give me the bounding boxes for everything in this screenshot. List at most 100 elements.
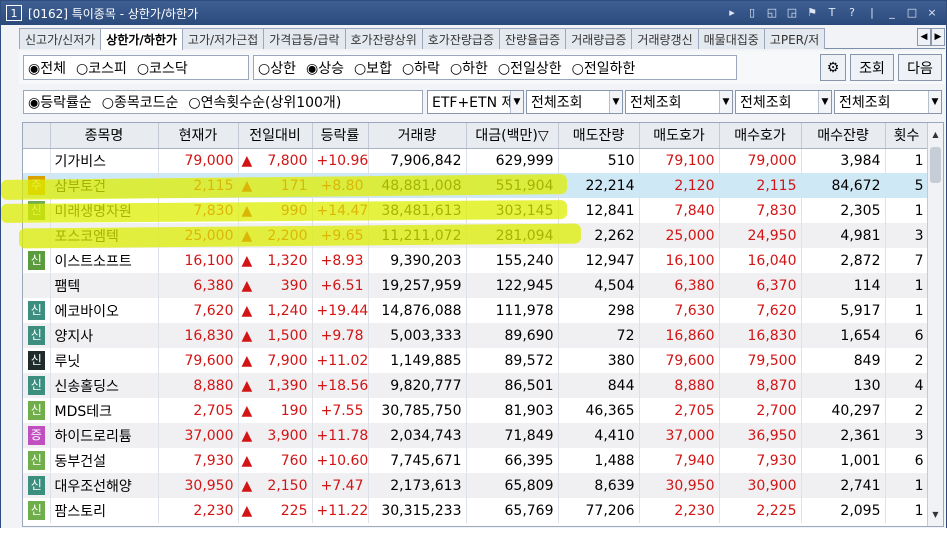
table-row[interactable]: 팸텍 6,380 ▲ 390 +6.51 19,257,959 122,945 4,504 6,… (23, 273, 929, 298)
price-radio-3[interactable]: ○하락 (402, 58, 440, 78)
stock-name[interactable]: 양지사 (50, 323, 159, 348)
scroll-thumb[interactable] (930, 147, 941, 183)
title-tool-icon[interactable]: ◲ (784, 4, 800, 20)
change-value: 1,320 (267, 252, 308, 269)
bid-price: 8,870 (719, 373, 802, 398)
title-tool-icon[interactable]: ? (844, 4, 860, 20)
tab-0[interactable]: 신고가/신저가 (19, 28, 102, 49)
column-header[interactable]: 매도호가 (639, 123, 720, 149)
tab-scroll-left-icon[interactable]: ◀ (917, 28, 931, 46)
tab-6[interactable]: 잔량율급증 (499, 28, 567, 49)
stock-name[interactable]: 이스트소프트 (50, 248, 159, 273)
table-row[interactable]: 신 루닛 79,600 ▲ 7,900 +11.02 1,149,885 89,572 380 7… (23, 348, 929, 373)
market-radio-2[interactable]: ○코스닥 (137, 58, 188, 78)
title-tool-icon[interactable]: _ (884, 4, 900, 20)
filter-select-1[interactable]: 전체조회 ▼ (526, 90, 623, 114)
stock-name[interactable]: 팸텍 (50, 273, 159, 298)
column-header[interactable]: 등락률 (312, 123, 369, 149)
table-row[interactable]: 신 대우조선해양 30,950 ▲ 2,150 +7.47 2,173,613 65,809 8… (23, 473, 929, 498)
column-header[interactable]: 현재가 (158, 123, 239, 149)
bid-quantity: 1,001 (801, 448, 886, 473)
tab-9[interactable]: 매물대집중 (697, 28, 765, 49)
stock-name[interactable]: 기가비스 (50, 148, 159, 173)
scroll-up-icon[interactable]: ▲ (928, 127, 943, 142)
table-row[interactable]: 신 양지사 16,830 ▲ 1,500 +9.78 5,003,333 89,690 72 16… (23, 323, 929, 348)
price-radio-4[interactable]: ○하한 (450, 58, 488, 78)
volume: 14,876,088 (368, 298, 467, 323)
tab-2[interactable]: 고가/저가근접 (181, 28, 265, 49)
current-price: 6,380 (158, 273, 239, 298)
title-tool-icon[interactable]: ◱ (764, 4, 780, 20)
title-tool-icon[interactable]: ▸ (724, 4, 740, 20)
stock-name[interactable]: 루닛 (50, 348, 159, 373)
table-header: 종목명 현재가 전일대비 등락률 거래량 대금(백만)▽ 매도잔량 매도호가 매수호가 매수잔량 횟… (23, 123, 929, 149)
vertical-scrollbar[interactable]: ▲ ▼ (927, 123, 943, 526)
tab-scroll: ◀ ▶ (917, 28, 945, 46)
tab-7[interactable]: 거래량급증 (565, 28, 633, 49)
table-row[interactable]: 신 이스트소프트 16,100 ▲ 1,320 +8.93 9,390,203 155,240… (23, 248, 929, 273)
column-header[interactable]: 횟수 (885, 123, 929, 149)
column-header[interactable]: 매수잔량 (801, 123, 886, 149)
sort-radio-0[interactable]: ◉등락률순 (28, 92, 92, 112)
table-row[interactable]: 신 팜스토리 2,230 ▲ 225 +11.22 30,315,233 65,769 77,2… (23, 498, 929, 523)
stock-name[interactable]: 팜스토리 (50, 498, 159, 523)
table-row[interactable]: 기가비스 79,000 ▲ 7,800 +10.96 7,906,842 629,999 51… (23, 148, 929, 173)
stock-name[interactable]: 에코바이오 (50, 298, 159, 323)
price-radio-6[interactable]: ○전일하한 (572, 58, 636, 78)
next-button[interactable]: 다음 (898, 54, 942, 81)
tab-10[interactable]: 고PER/저 (763, 28, 826, 49)
column-header[interactable]: 매도잔량 (558, 123, 640, 149)
settings-button[interactable]: ⚙ (820, 54, 846, 81)
title-tool-icon[interactable]: □ (904, 4, 920, 20)
tab-scroll-right-icon[interactable]: ▶ (931, 28, 945, 46)
tab-1[interactable]: 상한가/하한가 (100, 28, 183, 50)
tab-3[interactable]: 가격급등/급락 (263, 28, 346, 49)
query-button[interactable]: 조회 (850, 54, 894, 81)
price-radio-2[interactable]: ○보합 (354, 58, 392, 78)
bid-price: 36,950 (719, 423, 802, 448)
scroll-down-icon[interactable]: ▼ (928, 507, 943, 522)
price-radio-1[interactable]: ◉상승 (306, 58, 344, 78)
sort-radio-2[interactable]: ○연속횟수순(상위100개) (188, 92, 341, 112)
sort-radio-1[interactable]: ○종목코드순 (102, 92, 179, 112)
change-rate: +7.47 (312, 473, 369, 498)
market-radio-0[interactable]: ◉전체 (28, 58, 66, 78)
stock-name[interactable]: 신송홀딩스 (50, 373, 159, 398)
title-tool-icon[interactable]: ▯ (744, 4, 760, 20)
stock-name[interactable]: 대우조선해양 (50, 473, 159, 498)
price-radio-0[interactable]: ○상한 (258, 58, 296, 78)
title-tool-icon[interactable]: T (824, 4, 840, 20)
title-tool-icon[interactable]: | (864, 4, 880, 20)
column-header[interactable]: 전일대비 (238, 123, 313, 149)
stock-name[interactable]: 동부건설 (50, 448, 159, 473)
tab-4[interactable]: 호가잔량상위 (344, 28, 423, 49)
title-tool-icon[interactable]: × (924, 4, 940, 20)
filter-select-3[interactable]: 전체조회 ▼ (735, 90, 832, 114)
stock-name[interactable]: MDS테크 (50, 398, 159, 423)
ask-price: 37,000 (639, 423, 720, 448)
table-row[interactable]: 신 MDS테크 2,705 ▲ 190 +7.55 30,785,750 81,903 46,3… (23, 398, 929, 423)
table-row[interactable]: 신 동부건설 7,930 ▲ 760 +10.60 7,745,671 66,395 1,488… (23, 448, 929, 473)
tab-8[interactable]: 거래량갱신 (631, 28, 699, 49)
table-row[interactable]: 신 신송홀딩스 8,880 ▲ 1,390 +18.56 9,820,777 86,501 84… (23, 373, 929, 398)
tab-bar: 신고가/신저가 상한가/하한가 고가/저가근접 가격급등/급락 호가잔량상위 호가잔량급증… (19, 28, 945, 50)
etf-select[interactable]: ETF+ETN 제 ▼ (427, 90, 524, 114)
price-radio-5[interactable]: ○전일상한 (498, 58, 562, 78)
column-header[interactable]: 종목명 (50, 123, 159, 149)
ask-quantity: 510 (558, 148, 640, 173)
tab-5[interactable]: 호가잔량급증 (421, 28, 501, 49)
column-header[interactable] (23, 123, 51, 149)
stock-name[interactable]: 하이드로리튬 (50, 423, 159, 448)
title-tool-icon[interactable]: ⚑ (804, 4, 820, 20)
filter-select-2[interactable]: 전체조회 ▼ (625, 90, 733, 114)
stock-badge: 증 (27, 426, 45, 445)
column-header[interactable]: 거래량 (368, 123, 467, 149)
filter-select-4[interactable]: 전체조회 ▼ (834, 90, 942, 114)
table-row[interactable]: 신 에코바이오 7,620 ▲ 1,240 +19.44 14,876,088 111,978… (23, 298, 929, 323)
column-header[interactable]: 매수호가 (719, 123, 802, 149)
table-row[interactable]: 증 하이드로리튬 37,000 ▲ 3,900 +11.78 2,034,743 71,849… (23, 423, 929, 448)
bid-price: 7,830 (719, 198, 802, 223)
market-radio-1[interactable]: ○코스피 (76, 58, 127, 78)
column-header[interactable]: 대금(백만)▽ (466, 123, 559, 149)
volume: 9,390,203 (368, 248, 467, 273)
